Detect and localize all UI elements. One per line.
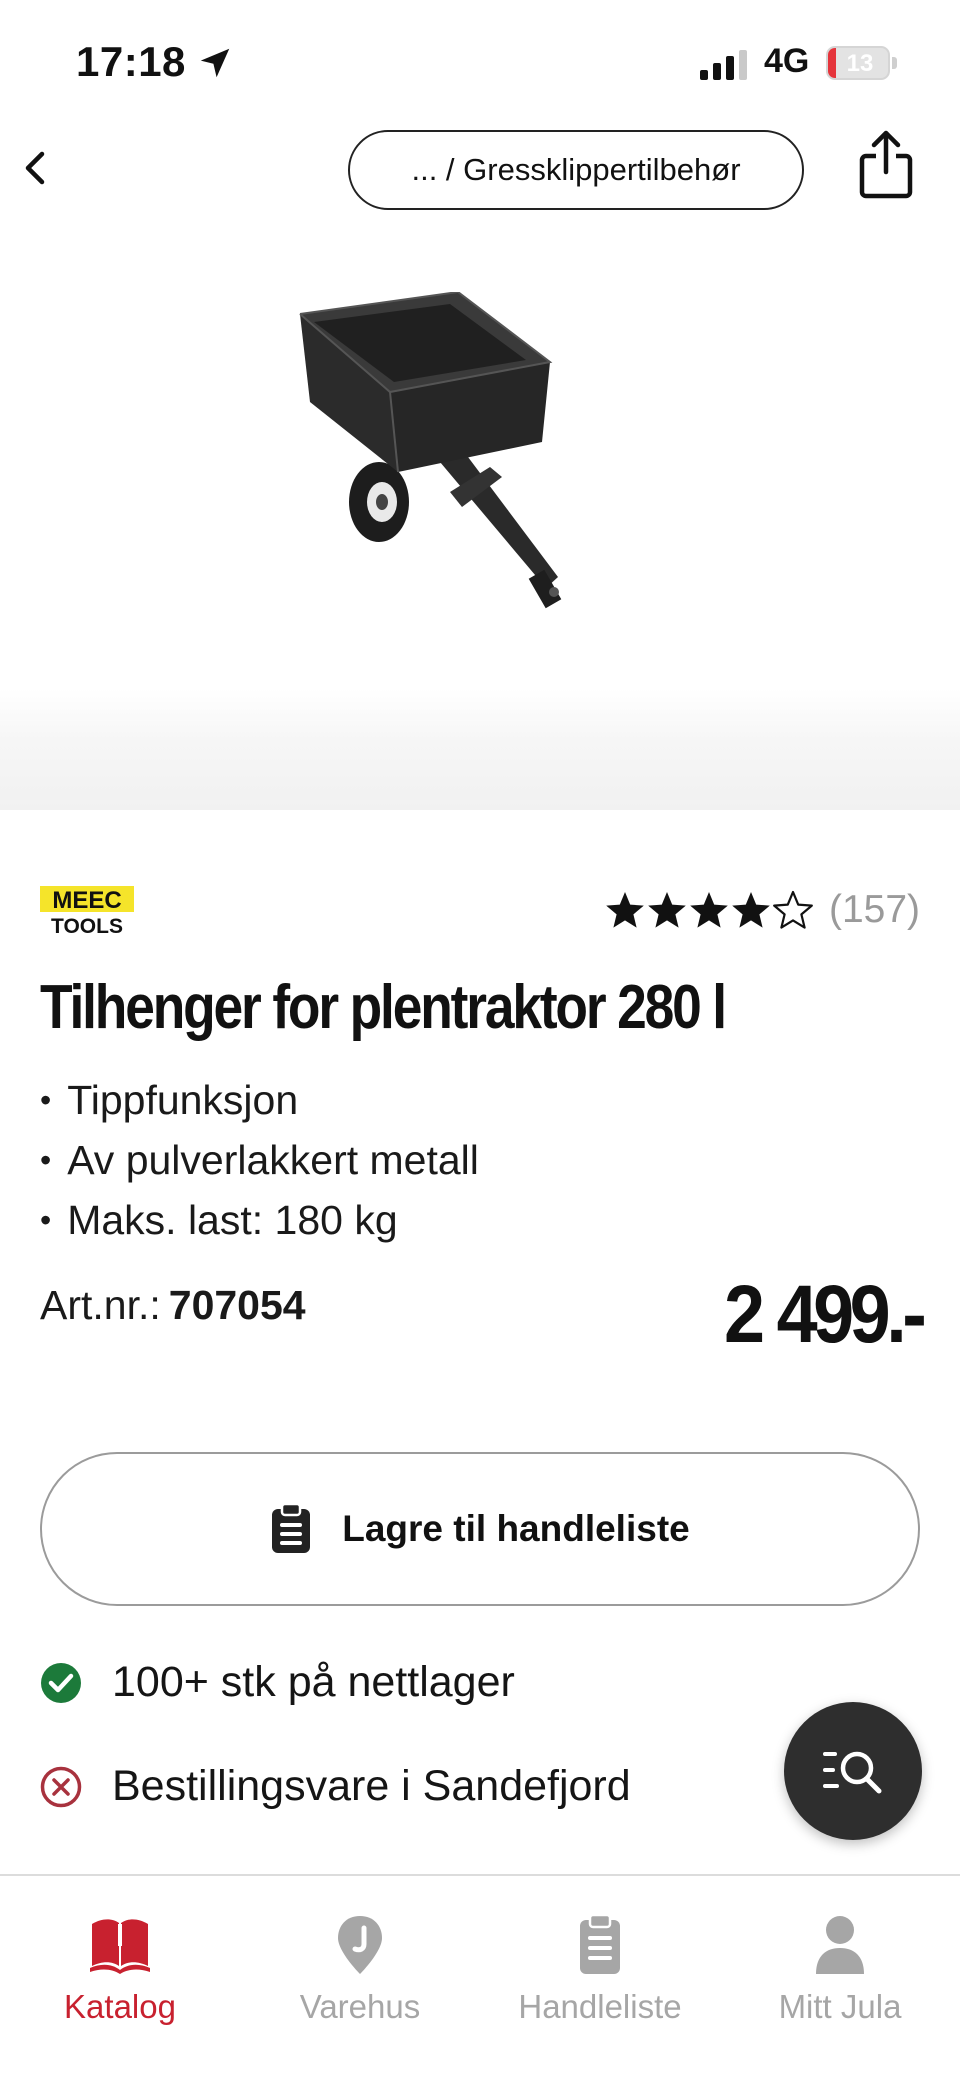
tab-label: Mitt Jula (778, 1988, 902, 2025)
product-page: 17:18 4G 13 ... / Gressklippertilbehør M… (0, 0, 960, 2078)
brand-line1: MEEC (52, 887, 121, 914)
network-label: 4G (764, 42, 810, 80)
star-empty-icon (773, 890, 813, 929)
star-filled-icon (606, 892, 644, 928)
signal-icon (700, 50, 747, 80)
location-arrow-icon (200, 48, 230, 78)
product-price: 2 499.- (723, 1269, 927, 1360)
tab-mitt-jula[interactable]: Mitt Jula (720, 1914, 960, 2054)
tab-label: Varehus (299, 1988, 421, 2025)
tab-handleliste[interactable]: Handleliste (480, 1914, 720, 2054)
location-pin-icon (338, 1916, 382, 1974)
save-to-list-button[interactable]: Lagre til handleliste (40, 1452, 920, 1606)
clipboard-icon (272, 1503, 311, 1553)
book-icon (90, 1919, 150, 1974)
stock-store-text: Bestillingsvare i Sandefjord (112, 1762, 631, 1810)
star-filled-icon (732, 892, 770, 928)
save-button-label: Lagre til handleliste (342, 1508, 690, 1549)
status-bar: 17:18 4G 13 (0, 0, 960, 120)
artnr-label: Art.nr.: (40, 1282, 161, 1328)
tab-label: Katalog (64, 1988, 176, 2025)
search-list-icon (823, 1751, 882, 1794)
bottom-tab-bar: Katalog Varehus Handleliste Mitt Jula (0, 1874, 960, 2078)
share-icon[interactable] (856, 128, 916, 200)
brand-line2: TOOLS (51, 915, 123, 938)
product-image-area[interactable] (0, 232, 960, 810)
person-icon (816, 1916, 864, 1974)
search-fab-button[interactable] (784, 1702, 922, 1840)
stock-online-text: 100+ stk på nettlager (112, 1658, 515, 1706)
star-filled-icon (648, 892, 686, 928)
battery-icon: 13 (826, 46, 898, 80)
breadcrumb-button[interactable]: ... / Gressklippertilbehør (348, 130, 804, 210)
brand-logo-meec-tools[interactable]: MEEC TOOLS (40, 886, 134, 938)
star-filled-icon (690, 892, 728, 928)
article-number: Art.nr.: 707054 (40, 1282, 306, 1329)
back-chevron-icon[interactable] (14, 146, 58, 190)
tab-katalog[interactable]: Katalog (0, 1914, 240, 2054)
product-title: Tilhenger for plentraktor 280 l (40, 973, 727, 1042)
clipboard-icon (580, 1914, 620, 1974)
feature-list: Tippfunksjon Av pulverlakkert metall Mak… (40, 1072, 479, 1252)
product-rating[interactable]: (157) (605, 888, 920, 932)
feature-item: Tippfunksjon (40, 1072, 479, 1132)
tab-varehus[interactable]: Varehus (240, 1914, 480, 2054)
status-time: 17:18 (76, 38, 186, 85)
artnr-value: 707054 (168, 1282, 306, 1328)
check-circle-icon (41, 1662, 81, 1703)
product-image-trailer[interactable] (290, 292, 670, 622)
rating-count: (157) (828, 888, 920, 931)
stock-store[interactable]: Bestillingsvare i Sandefjord (40, 1762, 631, 1811)
feature-item: Maks. last: 180 kg (40, 1192, 479, 1252)
rating-stars (605, 890, 813, 930)
battery-level: 13 (846, 50, 874, 77)
x-circle-icon (40, 1766, 82, 1807)
feature-item: Av pulverlakkert metall (40, 1132, 479, 1192)
tab-label: Handleliste (518, 1988, 682, 2025)
stock-online: 100+ stk på nettlager (40, 1658, 515, 1707)
